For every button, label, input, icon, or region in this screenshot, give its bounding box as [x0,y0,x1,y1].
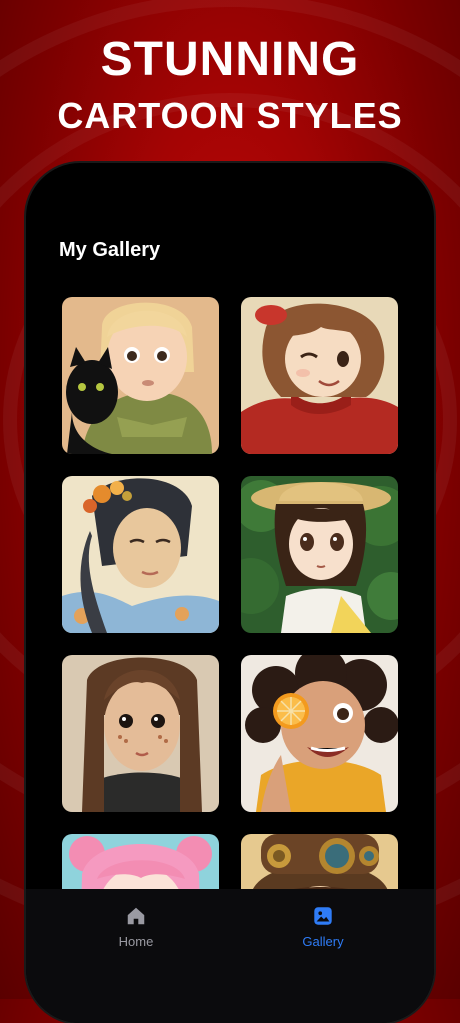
tab-gallery[interactable]: Gallery [263,905,383,951]
tab-bar: Home Gallery [26,889,434,1023]
headline: STUNNING CARTOON STYLES [0,30,460,140]
tab-home-label: Home [118,934,154,949]
headline-line-2: CARTOON STYLES [57,95,403,136]
tab-home[interactable]: Home [76,905,196,951]
tab-gallery-label: Gallery [302,934,344,949]
gallery-item-3d-orange-girl[interactable] [241,655,398,812]
phone-frame: My Gallery Home Gallery [26,163,434,1023]
page-title: My Gallery [59,239,161,261]
gallery-item-watercolor-woman[interactable] [62,476,219,633]
gallery-icon [314,907,332,925]
gallery-item-3d-cat-girl[interactable] [62,297,219,454]
home-icon [127,907,145,925]
headline-line-1: STUNNING [100,33,360,86]
gallery-item-anime-red-sweater[interactable] [241,297,398,454]
gallery-item-knitted-doll[interactable] [62,655,219,812]
gallery-item-anime-straw-hat[interactable] [241,476,398,633]
